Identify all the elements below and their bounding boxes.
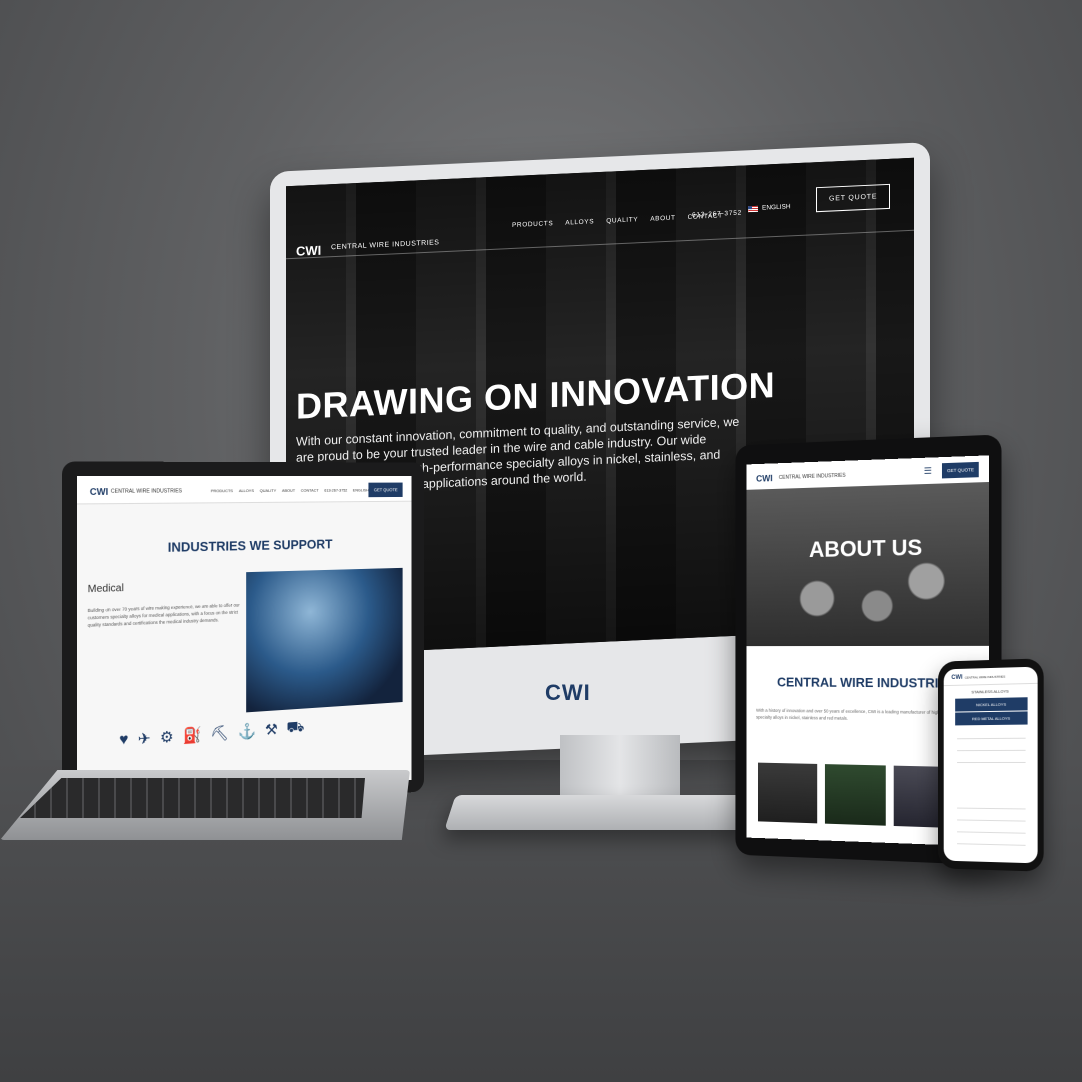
laptop-nav-quality[interactable]: QUALITY bbox=[260, 488, 276, 493]
divider bbox=[957, 737, 1026, 740]
red-metal-alloys-button[interactable]: RED METAL ALLOYS bbox=[955, 711, 1028, 726]
phone-site-logo[interactable]: CWI bbox=[951, 675, 962, 681]
monitor-chin-logo: CWI bbox=[545, 680, 591, 705]
site-logo[interactable]: CWI bbox=[296, 243, 321, 259]
medical-icon[interactable]: ♥ bbox=[119, 731, 128, 751]
oil-gas-icon[interactable]: ⛽ bbox=[183, 725, 202, 746]
language-label: ENGLISH bbox=[762, 203, 791, 212]
laptop-main-nav: PRODUCTS ALLOYS QUALITY ABOUT CONTACT 61… bbox=[211, 488, 369, 494]
phone-screen: CWI CENTRAL WIRE INDUSTRIES STAINLESS AL… bbox=[943, 666, 1038, 864]
get-quote-button[interactable]: GET QUOTE bbox=[816, 183, 891, 213]
divider bbox=[957, 749, 1026, 752]
laptop-site-logo[interactable]: CWI bbox=[90, 487, 108, 498]
about-photo-row bbox=[757, 762, 957, 829]
nav-alloys[interactable]: ALLOYS bbox=[565, 218, 594, 226]
nickel-alloys-button[interactable]: NICKEL ALLOYS bbox=[955, 697, 1028, 712]
us-flag-icon bbox=[748, 205, 758, 212]
tablet-site-logo[interactable]: CWI bbox=[756, 473, 773, 483]
laptop-language[interactable]: ENGLISH bbox=[353, 488, 369, 493]
mining-icon[interactable]: ⛏ bbox=[210, 724, 229, 745]
hamburger-menu-icon[interactable]: ☰ bbox=[924, 466, 932, 477]
automotive-icon[interactable]: ⛟ bbox=[286, 718, 304, 738]
laptop-nav-alloys[interactable]: ALLOYS bbox=[239, 488, 254, 493]
about-hero-title: ABOUT US bbox=[809, 534, 923, 562]
laptop-phone[interactable]: 613-267-3752 bbox=[324, 488, 347, 493]
divider bbox=[957, 843, 1026, 846]
laptop-nav-about[interactable]: ABOUT bbox=[282, 488, 295, 493]
industry-subheading: Medical bbox=[87, 582, 124, 596]
machine-photo bbox=[824, 764, 886, 826]
industry-icon-row: ♥ ✈ ⚙ ⛽ ⛏ ⚓ ⚒ ⛟ bbox=[119, 718, 304, 750]
aerospace-icon[interactable]: ✈ bbox=[138, 729, 151, 749]
divider bbox=[957, 819, 1026, 822]
industry-description: Building on over 70 years of wire making… bbox=[87, 602, 240, 628]
divider bbox=[957, 807, 1026, 810]
monitor-stand-base bbox=[444, 795, 756, 830]
laptop-nav-contact[interactable]: CONTACT bbox=[301, 488, 319, 493]
industrial-icon[interactable]: ⚙ bbox=[160, 727, 174, 747]
laptop-keyboard bbox=[20, 778, 365, 818]
construction-icon[interactable]: ⚒ bbox=[265, 720, 278, 740]
surgery-photo bbox=[246, 567, 403, 713]
about-hero-image: ABOUT US bbox=[746, 481, 990, 647]
nav-about[interactable]: ABOUT bbox=[650, 215, 675, 223]
laptop-screen: CWI CENTRAL WIRE INDUSTRIES PRODUCTS ALL… bbox=[77, 475, 412, 810]
team-photo bbox=[757, 762, 818, 824]
stainless-alloys-link[interactable]: STAINLESS ALLOYS bbox=[944, 688, 1038, 695]
laptop-brand-name[interactable]: CENTRAL WIRE INDUSTRIES bbox=[111, 488, 182, 495]
laptop-nav-products[interactable]: PRODUCTS bbox=[211, 488, 233, 493]
divider bbox=[957, 831, 1026, 834]
nav-quality[interactable]: QUALITY bbox=[606, 216, 638, 224]
divider bbox=[957, 761, 1026, 764]
laptop-get-quote-button[interactable]: GET QUOTE bbox=[368, 482, 404, 498]
tablet-get-quote-button[interactable]: GET QUOTE bbox=[941, 461, 980, 479]
marine-icon[interactable]: ⚓ bbox=[238, 722, 256, 742]
industries-heading: INDUSTRIES WE SUPPORT bbox=[167, 536, 333, 555]
